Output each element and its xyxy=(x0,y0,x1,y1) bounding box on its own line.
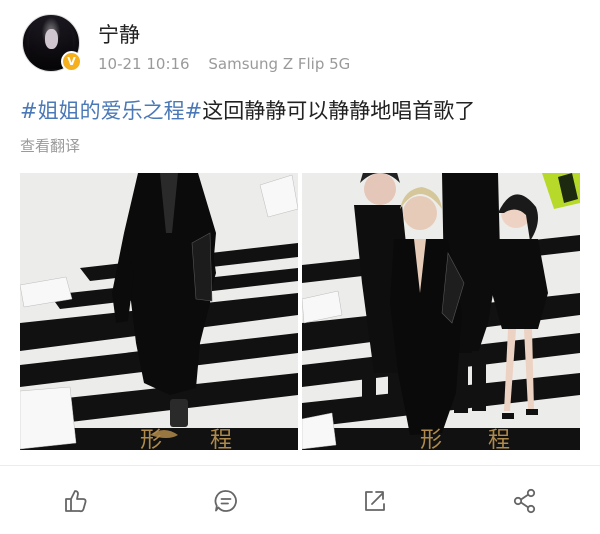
post-body: 这回静静可以静静地唱首歌了 xyxy=(202,99,476,123)
action-divider xyxy=(0,465,600,466)
post-image-1[interactable]: 形 程 xyxy=(20,173,298,450)
like-button[interactable] xyxy=(58,484,92,518)
topic-link[interactable]: #姐姐的爱乐之程# xyxy=(20,99,202,123)
repost-icon xyxy=(365,491,385,511)
post-text: #姐姐的爱乐之程#这回静静可以静静地唱首歌了 xyxy=(20,95,475,125)
verified-badge-icon: V xyxy=(61,51,82,72)
translate-link[interactable]: 查看翻译 xyxy=(20,135,80,156)
like-icon xyxy=(65,490,87,513)
svg-text:程: 程 xyxy=(210,428,232,450)
share-button[interactable] xyxy=(508,484,542,518)
post-device: Samsung Z Flip 5G xyxy=(208,55,351,73)
post-time: 10-21 10:16 xyxy=(98,55,190,73)
svg-text:形: 形 xyxy=(140,428,162,450)
comment-button[interactable] xyxy=(209,484,243,518)
post-image-2[interactable]: 形 程 xyxy=(302,173,580,450)
repost-button[interactable] xyxy=(357,484,391,518)
avatar[interactable]: V xyxy=(22,14,82,72)
comment-icon xyxy=(214,490,237,512)
username[interactable]: 宁静 xyxy=(98,19,140,49)
post-meta: 10-21 10:16 Samsung Z Flip 5G xyxy=(98,55,350,73)
svg-text:程: 程 xyxy=(488,428,510,450)
svg-text:形: 形 xyxy=(420,428,442,450)
share-icon xyxy=(513,488,536,514)
